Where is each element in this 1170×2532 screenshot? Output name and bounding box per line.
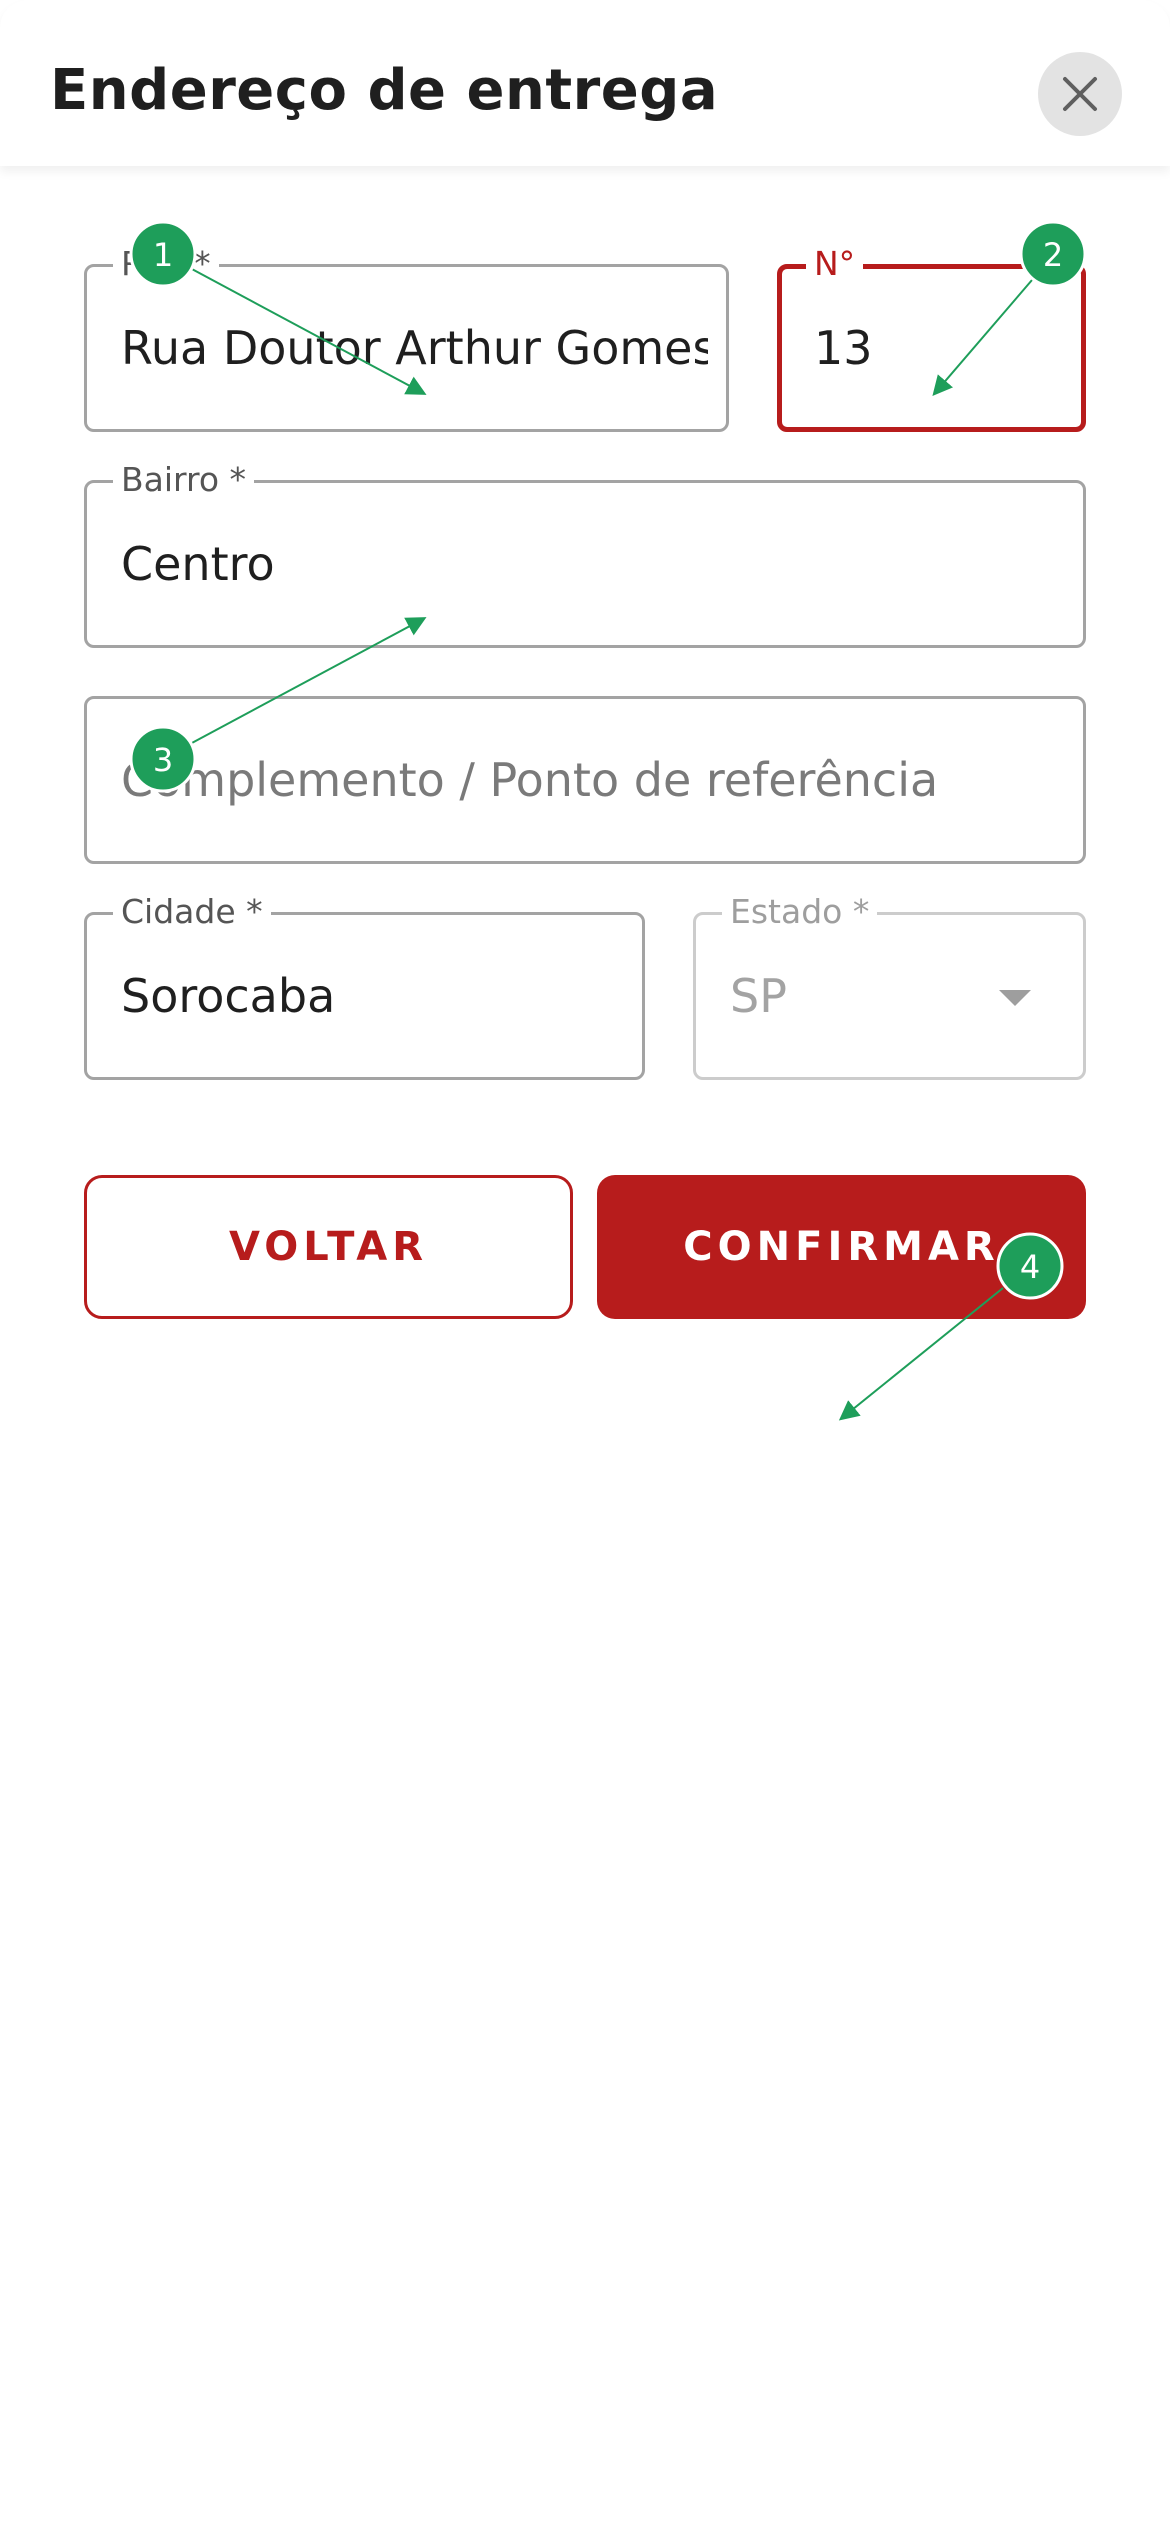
city-input[interactable]: Sorocaba xyxy=(121,969,624,1023)
city-field[interactable]: Cidade * Sorocaba xyxy=(84,893,645,1080)
neighborhood-label: Bairro * xyxy=(113,461,255,499)
close-button[interactable] xyxy=(1038,52,1122,136)
number-input[interactable]: 13 xyxy=(814,321,1063,375)
neighborhood-input[interactable]: Centro xyxy=(121,537,1065,591)
state-select[interactable]: Estado * SP xyxy=(693,893,1086,1080)
street-label: Rua * xyxy=(113,245,219,283)
confirm-button[interactable]: CONFIRMAR xyxy=(597,1175,1086,1319)
city-label: Cidade * xyxy=(113,893,271,931)
back-button[interactable]: VOLTAR xyxy=(84,1175,573,1319)
chevron-down-icon xyxy=(999,990,1031,1006)
sheet-header: Endereço de entrega xyxy=(0,0,1170,166)
street-field[interactable]: Rua * Rua Doutor Arthur Gomes xyxy=(84,245,729,432)
number-label: N° xyxy=(806,245,864,283)
complement-input[interactable]: Complemento / Ponto de referência xyxy=(121,753,1065,807)
complement-field[interactable]: Complemento / Ponto de referência xyxy=(84,696,1086,864)
page-title: Endereço de entrega xyxy=(50,58,719,123)
street-input[interactable]: Rua Doutor Arthur Gomes xyxy=(121,321,708,375)
address-sheet: Endereço de entrega Rua * Rua Doutor Art… xyxy=(0,0,1170,2532)
neighborhood-field[interactable]: Bairro * Centro xyxy=(84,461,1086,648)
state-label: Estado * xyxy=(722,893,878,931)
close-icon xyxy=(1063,77,1097,111)
number-field[interactable]: N° 13 xyxy=(777,245,1086,432)
